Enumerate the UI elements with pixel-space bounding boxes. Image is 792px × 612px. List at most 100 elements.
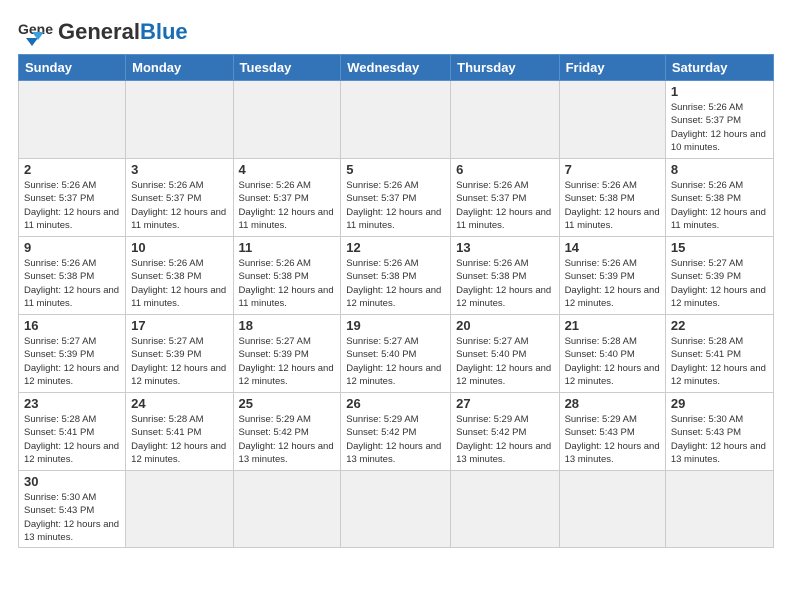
day-number: 6 [456, 162, 553, 177]
calendar-cell-4: 4Sunrise: 5:26 AM Sunset: 5:37 PM Daylig… [233, 159, 341, 237]
day-info: Sunrise: 5:29 AM Sunset: 5:42 PM Dayligh… [346, 413, 445, 466]
day-info: Sunrise: 5:27 AM Sunset: 5:40 PM Dayligh… [346, 335, 445, 388]
day-info: Sunrise: 5:26 AM Sunset: 5:37 PM Dayligh… [346, 179, 445, 232]
calendar-cell-18: 18Sunrise: 5:27 AM Sunset: 5:39 PM Dayli… [233, 315, 341, 393]
day-info: Sunrise: 5:28 AM Sunset: 5:40 PM Dayligh… [565, 335, 660, 388]
day-number: 13 [456, 240, 553, 255]
day-info: Sunrise: 5:27 AM Sunset: 5:39 PM Dayligh… [24, 335, 120, 388]
day-info: Sunrise: 5:29 AM Sunset: 5:42 PM Dayligh… [456, 413, 553, 466]
day-number: 8 [671, 162, 768, 177]
calendar-cell-21: 21 Sunrise: 5:28 AM Sunset: 5:40 PM Dayli… [559, 315, 665, 393]
day-number: 20 [456, 318, 553, 333]
calendar-week-5: 30 Sunrise: 5:30 AM Sunset: 5:43 PM Dayli… [19, 471, 774, 548]
calendar-cell-empty [559, 81, 665, 159]
calendar-cell-26: 26 Sunrise: 5:29 AM Sunset: 5:42 PM Dayli… [341, 393, 451, 471]
day-info: Sunrise: 5:28 AM Sunset: 5:41 PM Dayligh… [671, 335, 768, 388]
calendar-cell-empty [341, 471, 451, 548]
day-number: 3 [131, 162, 227, 177]
calendar-cell-empty [126, 81, 233, 159]
day-info: Sunrise: 5:26 AM Sunset: 5:38 PM Dayligh… [456, 257, 553, 310]
calendar-cell-27: 27 Sunrise: 5:29 AM Sunset: 5:42 PM Dayli… [451, 393, 559, 471]
day-info: Sunrise: 5:27 AM Sunset: 5:39 PM Dayligh… [671, 257, 768, 310]
day-header-saturday: Saturday [665, 55, 773, 81]
day-info: Sunrise: 5:26 AM Sunset: 5:37 PM Dayligh… [456, 179, 553, 232]
day-number: 2 [24, 162, 120, 177]
calendar-cell-16: 16 Sunrise: 5:27 AM Sunset: 5:39 PM Dayli… [19, 315, 126, 393]
day-info: Sunrise: 5:28 AM Sunset: 5:41 PM Dayligh… [131, 413, 227, 466]
day-number: 19 [346, 318, 445, 333]
day-number: 24 [131, 396, 227, 411]
calendar-header-row: SundayMondayTuesdayWednesdayThursdayFrid… [19, 55, 774, 81]
day-header-thursday: Thursday [451, 55, 559, 81]
calendar-week-0: 1 Sunrise: 5:26 AM Sunset: 5:37 PM Daylig… [19, 81, 774, 159]
header: General GeneralBlue [18, 18, 774, 46]
day-number: 29 [671, 396, 768, 411]
calendar-cell-12: 12 Sunrise: 5:26 AM Sunset: 5:38 PM Dayli… [341, 237, 451, 315]
day-number: 27 [456, 396, 553, 411]
calendar-cell-28: 28Sunrise: 5:29 AM Sunset: 5:43 PM Dayli… [559, 393, 665, 471]
day-number: 5 [346, 162, 445, 177]
calendar-cell-14: 14 Sunrise: 5:26 AM Sunset: 5:39 PM Dayli… [559, 237, 665, 315]
day-number: 16 [24, 318, 120, 333]
day-number: 22 [671, 318, 768, 333]
day-number: 15 [671, 240, 768, 255]
day-info: Sunrise: 5:26 AM Sunset: 5:38 PM Dayligh… [671, 179, 768, 232]
generalblue-logo-icon: General [18, 18, 54, 46]
calendar-cell-9: 9 Sunrise: 5:26 AM Sunset: 5:38 PM Daylig… [19, 237, 126, 315]
logo-text: GeneralBlue [58, 21, 188, 43]
calendar-week-2: 9 Sunrise: 5:26 AM Sunset: 5:38 PM Daylig… [19, 237, 774, 315]
calendar-cell-19: 19 Sunrise: 5:27 AM Sunset: 5:40 PM Dayli… [341, 315, 451, 393]
day-number: 30 [24, 474, 120, 489]
calendar-cell-2: 2Sunrise: 5:26 AM Sunset: 5:37 PM Daylig… [19, 159, 126, 237]
calendar-week-4: 23 Sunrise: 5:28 AM Sunset: 5:41 PM Dayli… [19, 393, 774, 471]
calendar-week-3: 16 Sunrise: 5:27 AM Sunset: 5:39 PM Dayli… [19, 315, 774, 393]
day-info: Sunrise: 5:26 AM Sunset: 5:38 PM Dayligh… [24, 257, 120, 310]
calendar-cell-empty [233, 81, 341, 159]
calendar-table: SundayMondayTuesdayWednesdayThursdayFrid… [18, 54, 774, 548]
day-header-tuesday: Tuesday [233, 55, 341, 81]
calendar-cell-empty [126, 471, 233, 548]
calendar-cell-20: 20 Sunrise: 5:27 AM Sunset: 5:40 PM Dayli… [451, 315, 559, 393]
day-info: Sunrise: 5:26 AM Sunset: 5:38 PM Dayligh… [239, 257, 336, 310]
day-number: 10 [131, 240, 227, 255]
day-number: 14 [565, 240, 660, 255]
page: General GeneralBlue SundayMondayTuesdayW… [0, 0, 792, 612]
day-number: 7 [565, 162, 660, 177]
day-number: 25 [239, 396, 336, 411]
day-info: Sunrise: 5:29 AM Sunset: 5:42 PM Dayligh… [239, 413, 336, 466]
calendar-cell-3: 3 Sunrise: 5:26 AM Sunset: 5:37 PM Daylig… [126, 159, 233, 237]
day-info: Sunrise: 5:26 AM Sunset: 5:37 PM Dayligh… [131, 179, 227, 232]
calendar-cell-empty [559, 471, 665, 548]
calendar-cell-11: 11 Sunrise: 5:26 AM Sunset: 5:38 PM Dayli… [233, 237, 341, 315]
logo: General GeneralBlue [18, 18, 188, 46]
day-info: Sunrise: 5:28 AM Sunset: 5:41 PM Dayligh… [24, 413, 120, 466]
day-number: 4 [239, 162, 336, 177]
day-number: 26 [346, 396, 445, 411]
calendar-cell-10: 10Sunrise: 5:26 AM Sunset: 5:38 PM Dayli… [126, 237, 233, 315]
day-number: 9 [24, 240, 120, 255]
day-info: Sunrise: 5:26 AM Sunset: 5:37 PM Dayligh… [671, 101, 768, 154]
day-header-friday: Friday [559, 55, 665, 81]
calendar-cell-8: 8 Sunrise: 5:26 AM Sunset: 5:38 PM Daylig… [665, 159, 773, 237]
calendar-cell-29: 29Sunrise: 5:30 AM Sunset: 5:43 PM Dayli… [665, 393, 773, 471]
day-info: Sunrise: 5:26 AM Sunset: 5:38 PM Dayligh… [346, 257, 445, 310]
calendar-cell-empty [19, 81, 126, 159]
calendar-cell-1: 1 Sunrise: 5:26 AM Sunset: 5:37 PM Daylig… [665, 81, 773, 159]
day-number: 23 [24, 396, 120, 411]
calendar-cell-empty [451, 81, 559, 159]
day-number: 18 [239, 318, 336, 333]
day-info: Sunrise: 5:27 AM Sunset: 5:40 PM Dayligh… [456, 335, 553, 388]
calendar-cell-7: 7 Sunrise: 5:26 AM Sunset: 5:38 PM Daylig… [559, 159, 665, 237]
calendar-cell-empty [341, 81, 451, 159]
calendar-cell-empty [665, 471, 773, 548]
day-number: 1 [671, 84, 768, 99]
day-number: 28 [565, 396, 660, 411]
day-info: Sunrise: 5:26 AM Sunset: 5:38 PM Dayligh… [565, 179, 660, 232]
day-number: 11 [239, 240, 336, 255]
day-number: 12 [346, 240, 445, 255]
day-info: Sunrise: 5:30 AM Sunset: 5:43 PM Dayligh… [24, 491, 120, 544]
day-number: 21 [565, 318, 660, 333]
calendar-week-1: 2 Sunrise: 5:26 AM Sunset: 5:37 PM Daylig… [19, 159, 774, 237]
calendar-cell-6: 6 Sunrise: 5:26 AM Sunset: 5:37 PM Daylig… [451, 159, 559, 237]
day-info: Sunrise: 5:26 AM Sunset: 5:39 PM Dayligh… [565, 257, 660, 310]
